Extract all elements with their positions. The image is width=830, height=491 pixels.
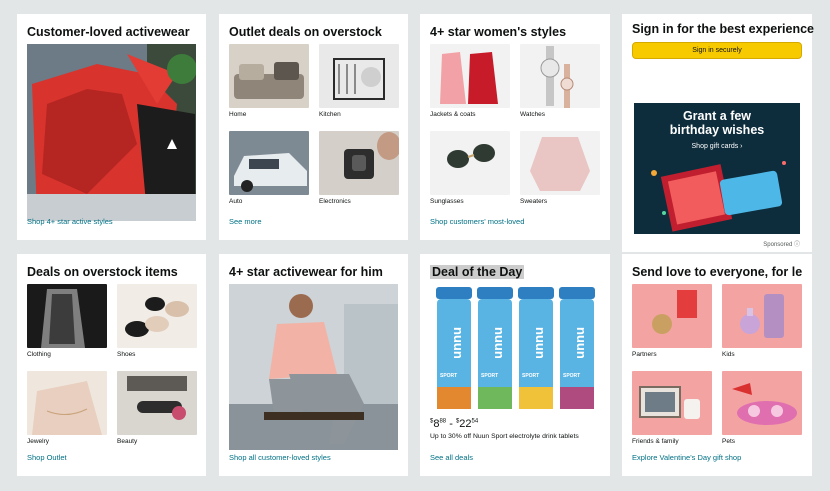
valentines-kids-tile[interactable]: Kids: [722, 284, 802, 371]
overstock-beauty-tile[interactable]: Beauty: [117, 371, 197, 458]
tube-brand-text: nuun: [533, 327, 548, 359]
card-title: 4+ star activewear for him: [229, 265, 383, 279]
nuun-tube-4: nuun SPORT: [559, 287, 595, 409]
valentines-friends-label: Friends & family: [632, 438, 679, 445]
ad-banner[interactable]: Grant a few birthday wishes Shop gift ca…: [634, 103, 800, 234]
valentines-partners-tile[interactable]: Partners: [632, 284, 712, 371]
tube-brand-text: nuun: [574, 327, 589, 359]
tube-flavor-band: [478, 387, 512, 409]
womens-jackets-tile[interactable]: Jackets & coats: [430, 44, 510, 131]
card-womens-styles: 4+ star women's styles Jackets & coats W…: [420, 14, 610, 240]
price-sep: -: [449, 418, 453, 430]
outlet-auto-label: Auto: [229, 198, 243, 205]
overstock-beauty-label: Beauty: [117, 438, 138, 445]
valentines-friends-tile[interactable]: Friends & family: [632, 371, 712, 458]
gift-card-ad[interactable]: Grant a few birthday wishes Shop gift ca…: [622, 93, 812, 252]
ad-headline-line-2: birthday wishes: [669, 123, 765, 137]
shop-active-styles-link[interactable]: Shop 4+ star active styles: [27, 217, 113, 226]
outlet-home-label: Home: [229, 111, 247, 118]
outlet-kitchen-label: Kitchen: [319, 111, 341, 118]
card-title: Deals on overstock items: [27, 265, 178, 279]
womens-sunglasses-label: Sunglasses: [430, 198, 464, 205]
womens-watches-tile[interactable]: Watches: [520, 44, 600, 131]
outlet-electronics-label: Electronics: [319, 198, 351, 205]
see-more-link[interactable]: See more: [229, 217, 262, 226]
tube-variant-text: SPORT: [522, 373, 539, 379]
overstock-shoes-tile[interactable]: Shoes: [117, 284, 197, 371]
tube-cap: [559, 287, 595, 299]
womens-sweaters-tile[interactable]: Sweaters: [520, 131, 600, 218]
tube-flavor-band: [560, 387, 594, 409]
overstock-shoes-label: Shoes: [117, 351, 136, 358]
valentines-gift-shop-link[interactable]: Explore Valentine's Day gift shop: [632, 453, 741, 462]
ad-headline: Grant a few birthday wishes: [634, 109, 800, 137]
card-customer-loved-activewear: Customer-loved activewear Shop 4+ star a…: [17, 14, 206, 240]
card-outlet-deals: Outlet deals on overstock Home Kitchen A…: [219, 14, 408, 240]
overstock-jewelry-tile[interactable]: Jewelry: [27, 371, 107, 458]
price-low-cents: 88: [439, 418, 447, 425]
tube-variant-text: SPORT: [440, 373, 457, 379]
price-high-dollars: 22: [459, 418, 472, 430]
nuun-tubes-image[interactable]: nuun SPORT nuun SPORT nuun SPORT nuun SPORT: [430, 287, 600, 412]
tube-cap: [477, 287, 513, 299]
valentines-partners-label: Partners: [632, 351, 657, 358]
shop-outlet-link[interactable]: Shop Outlet: [27, 453, 67, 462]
card-title: Send love to everyone, for less: [632, 265, 802, 279]
deal-description: Up to 30% off Nuun Sport electrolyte dri…: [430, 433, 579, 440]
deal-price: $888 - $2254 Up to 30% off Nuun Sport el…: [430, 414, 579, 440]
overstock-jewelry-label: Jewelry: [27, 438, 50, 445]
womens-jackets-label: Jackets & coats: [430, 111, 476, 118]
tube-flavor-band: [437, 387, 471, 409]
card-title: Outlet deals on overstock: [229, 25, 382, 39]
deal-title: Deal of the Day: [430, 265, 525, 279]
womens-watches-label: Watches: [520, 111, 546, 118]
outlet-electronics-tile[interactable]: Electronics: [319, 131, 399, 218]
tube-cap: [436, 287, 472, 299]
tube-cap: [518, 287, 554, 299]
activewear-hoodie-image[interactable]: [27, 44, 196, 221]
card-title: 4+ star women's styles: [430, 25, 567, 39]
valentines-pets-label: Pets: [722, 438, 736, 445]
overstock-clothing-label: Clothing: [27, 351, 51, 358]
valentines-kids-label: Kids: [722, 351, 735, 358]
overstock-clothing-tile[interactable]: Clothing: [27, 284, 107, 371]
tube-brand-text: nuun: [492, 327, 507, 359]
card-overstock-items: Deals on overstock items Clothing Shoes …: [17, 254, 206, 476]
outlet-auto-tile[interactable]: Auto: [229, 131, 309, 218]
tube-variant-text: SPORT: [481, 373, 498, 379]
shop-customer-loved-link[interactable]: Shop all customer-loved styles: [229, 453, 331, 462]
shop-most-loved-link[interactable]: Shop customers' most-loved: [430, 217, 524, 226]
signin-title: Sign in for the best experience: [632, 22, 814, 36]
sponsored-label[interactable]: Sponsored ⓘ: [763, 239, 800, 248]
signin-panel: Sign in for the best experience Sign in …: [622, 14, 814, 93]
nuun-tube-2: nuun SPORT: [477, 287, 513, 409]
tube-brand-text: nuun: [451, 327, 466, 359]
ad-headline-line-1: Grant a few: [682, 109, 752, 123]
card-title: Deal of the Day: [430, 264, 600, 280]
nuun-tube-1: nuun SPORT: [436, 287, 472, 409]
outlet-kitchen-tile[interactable]: Kitchen: [319, 44, 399, 131]
womens-sweaters-label: Sweaters: [520, 198, 548, 205]
card-title: Customer-loved activewear: [27, 25, 190, 39]
tube-variant-text: SPORT: [563, 373, 580, 379]
womens-sunglasses-tile[interactable]: Sunglasses: [430, 131, 510, 218]
sign-in-button[interactable]: Sign in securely: [632, 42, 802, 59]
price-high-cents: 54: [471, 418, 479, 425]
card-valentines: Send love to everyone, for less Partners…: [622, 254, 812, 476]
nuun-tube-3: nuun SPORT: [518, 287, 554, 409]
outlet-home-tile[interactable]: Home: [229, 44, 309, 131]
card-activewear-for-him: 4+ star activewear for him Shop all cust…: [219, 254, 408, 476]
see-all-deals-link[interactable]: See all deals: [430, 453, 473, 462]
valentines-pets-tile[interactable]: Pets: [722, 371, 802, 458]
mens-activewear-image[interactable]: [229, 284, 398, 450]
tube-flavor-band: [519, 387, 553, 409]
price-range: $888 - $2254: [430, 418, 479, 430]
card-deal-of-the-day: Deal of the Day nuun SPORT nuun SPORT nuun SP…: [420, 254, 610, 476]
ad-cta[interactable]: Shop gift cards ›: [634, 143, 800, 150]
